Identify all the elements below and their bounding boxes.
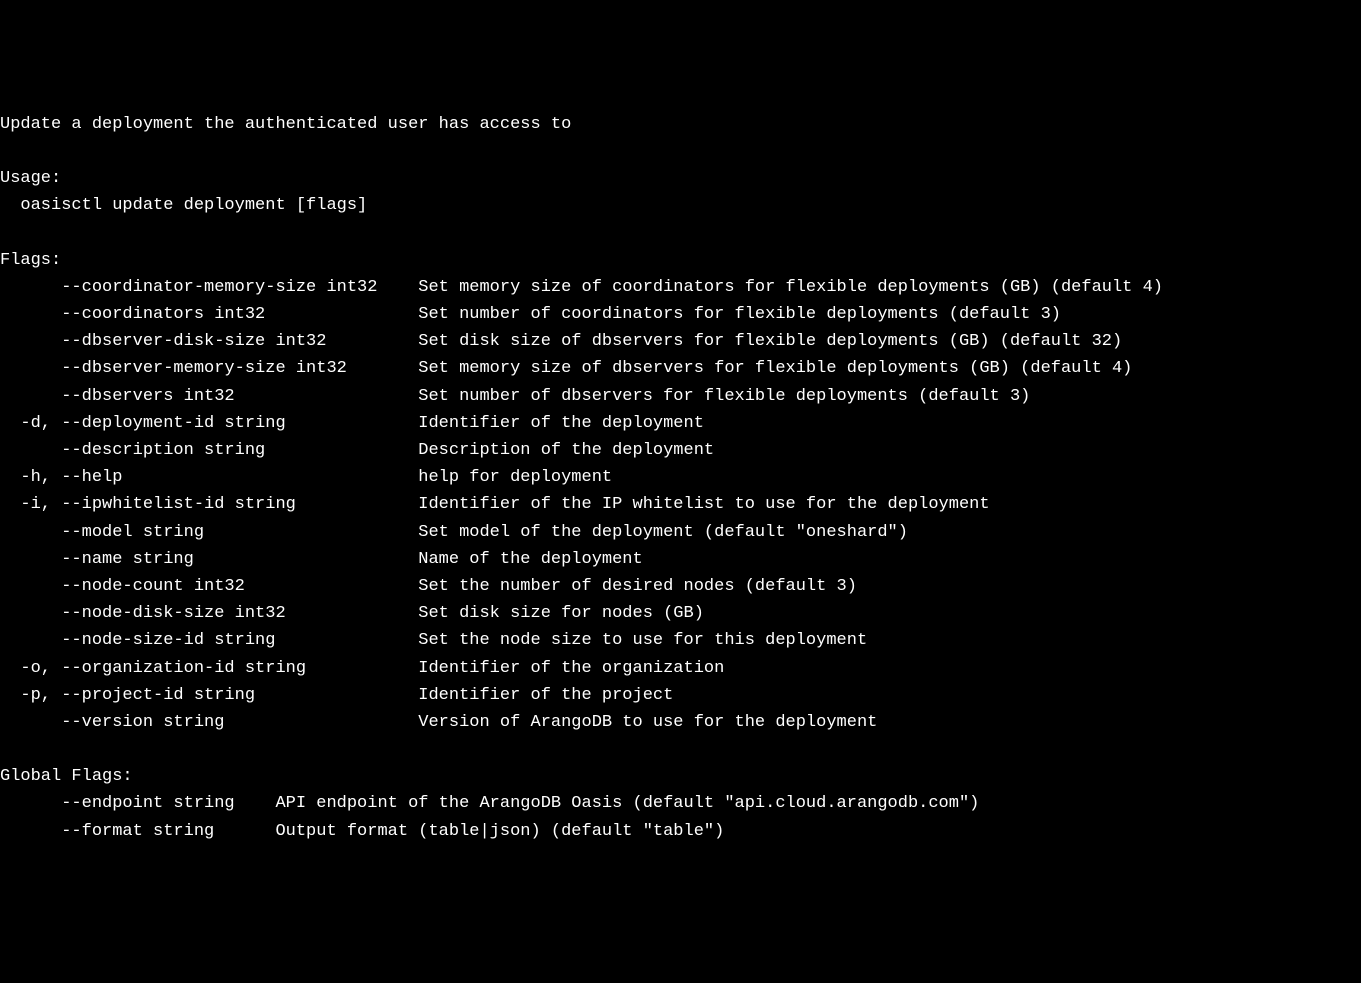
- global-flags-list: --endpoint string API endpoint of the Ar…: [0, 794, 979, 840]
- flags-list: --coordinator-memory-size int32 Set memo…: [0, 278, 1163, 732]
- flags-header: Flags:: [0, 251, 61, 270]
- usage-header: Usage:: [0, 169, 61, 188]
- command-description: Update a deployment the authenticated us…: [0, 115, 571, 134]
- global-flags-header: Global Flags:: [0, 767, 133, 786]
- terminal-output: Update a deployment the authenticated us…: [0, 111, 1361, 845]
- usage-line: oasisctl update deployment [flags]: [0, 196, 367, 215]
